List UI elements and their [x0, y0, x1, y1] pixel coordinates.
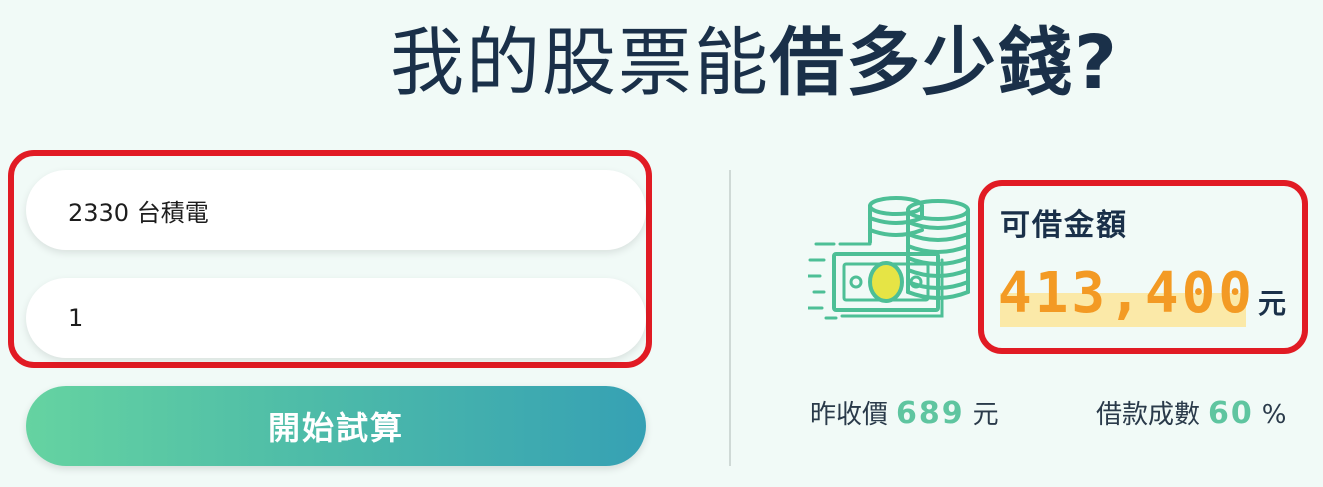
vertical-divider	[729, 170, 731, 466]
loanable-amount-unit: 元	[1258, 287, 1287, 320]
page-title: 我的股票能借多少錢?	[390, 18, 1119, 108]
loan-ratio: 借款成數 60%	[1096, 394, 1286, 431]
previous-close-price: 昨收價 689 元	[810, 394, 999, 431]
money-coins-icon	[808, 196, 970, 320]
previous-close-unit: 元	[972, 400, 999, 430]
title-part-2: 借多少錢?	[770, 20, 1119, 106]
title-part-1: 我的股票能	[390, 20, 770, 106]
loan-ratio-label: 借款成數	[1096, 400, 1201, 430]
previous-close-label: 昨收價	[810, 400, 889, 430]
previous-close-value: 689	[896, 396, 965, 431]
start-calculation-button[interactable]: 開始試算	[26, 386, 646, 466]
loanable-amount-value: 413,400	[998, 261, 1256, 326]
stock-input-value: 2330 台積電	[68, 198, 209, 227]
loan-ratio-unit: %	[1261, 400, 1287, 430]
shares-input[interactable]: 1	[26, 278, 646, 358]
loanable-amount-label: 可借金額	[1000, 208, 1128, 243]
shares-input-value: 1	[68, 304, 84, 332]
loan-ratio-value: 60	[1208, 396, 1254, 431]
stock-input[interactable]: 2330 台積電	[26, 170, 646, 250]
